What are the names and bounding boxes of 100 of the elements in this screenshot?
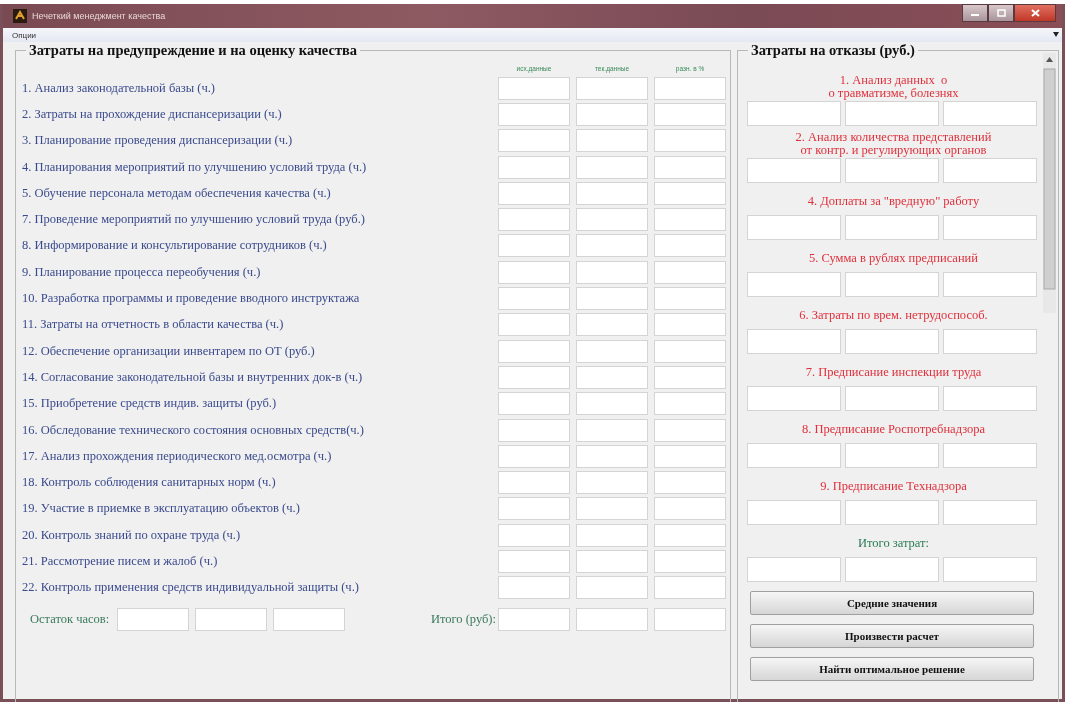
- input-field[interactable]: [576, 287, 648, 310]
- input-field[interactable]: [943, 557, 1037, 582]
- input-field[interactable]: [747, 386, 841, 411]
- input-field[interactable]: [498, 313, 570, 337]
- input-field[interactable]: [117, 608, 190, 632]
- input-field[interactable]: [654, 287, 726, 310]
- input-field[interactable]: [845, 329, 939, 354]
- input-field[interactable]: [654, 76, 726, 100]
- close-button[interactable]: [1014, 4, 1056, 22]
- input-field[interactable]: [498, 392, 570, 416]
- input-field[interactable]: [654, 444, 726, 468]
- input-field[interactable]: [576, 155, 648, 179]
- input-field[interactable]: [576, 471, 648, 495]
- input-field[interactable]: [576, 208, 648, 232]
- input-field[interactable]: [747, 101, 841, 126]
- input-field[interactable]: [498, 129, 570, 153]
- input-field[interactable]: [654, 155, 726, 179]
- action-button[interactable]: Произвести расчет: [750, 624, 1034, 648]
- input-field[interactable]: [498, 339, 570, 363]
- dropdown-arrow-icon[interactable]: [1053, 32, 1059, 37]
- input-field[interactable]: [943, 329, 1037, 354]
- input-field[interactable]: [747, 158, 841, 183]
- input-field[interactable]: [654, 129, 726, 153]
- input-field[interactable]: [845, 557, 939, 582]
- input-field[interactable]: [498, 155, 570, 179]
- input-field[interactable]: [943, 443, 1037, 468]
- input-field[interactable]: [943, 215, 1037, 240]
- input-field[interactable]: [498, 234, 570, 258]
- input-field[interactable]: [576, 418, 648, 442]
- input-field[interactable]: [576, 260, 648, 284]
- input-field[interactable]: [576, 129, 648, 153]
- input-field[interactable]: [498, 550, 570, 573]
- input-field[interactable]: [943, 386, 1037, 411]
- input-field[interactable]: [576, 313, 648, 337]
- input-field[interactable]: [498, 76, 570, 100]
- input-field[interactable]: [654, 339, 726, 363]
- maximize-button[interactable]: [988, 4, 1014, 22]
- input-field[interactable]: [498, 497, 570, 521]
- input-field[interactable]: [845, 215, 939, 240]
- input-field[interactable]: [654, 208, 726, 232]
- input-field[interactable]: [747, 329, 841, 354]
- input-field[interactable]: [498, 181, 570, 205]
- input-field[interactable]: [498, 608, 570, 632]
- input-field[interactable]: [576, 339, 648, 363]
- input-field[interactable]: [498, 444, 570, 468]
- input-field[interactable]: [195, 608, 268, 632]
- input-field[interactable]: [498, 576, 570, 600]
- input-field[interactable]: [747, 272, 841, 297]
- input-field[interactable]: [654, 576, 726, 600]
- input-field[interactable]: [654, 234, 726, 258]
- input-field[interactable]: [845, 101, 939, 126]
- input-field[interactable]: [273, 608, 346, 632]
- input-field[interactable]: [576, 444, 648, 468]
- input-field[interactable]: [576, 497, 648, 521]
- input-field[interactable]: [747, 500, 841, 525]
- input-field[interactable]: [576, 523, 648, 547]
- input-field[interactable]: [498, 365, 570, 389]
- input-field[interactable]: [576, 181, 648, 205]
- input-field[interactable]: [845, 158, 939, 183]
- input-field[interactable]: [747, 215, 841, 240]
- input-field[interactable]: [498, 287, 570, 310]
- input-field[interactable]: [845, 386, 939, 411]
- input-field[interactable]: [747, 443, 841, 468]
- action-button[interactable]: Средние значения: [750, 591, 1034, 615]
- input-field[interactable]: [943, 272, 1037, 297]
- input-field[interactable]: [576, 550, 648, 573]
- input-field[interactable]: [654, 523, 726, 547]
- minimize-button[interactable]: [962, 4, 988, 22]
- input-field[interactable]: [498, 102, 570, 126]
- input-field[interactable]: [654, 418, 726, 442]
- input-field[interactable]: [576, 102, 648, 126]
- input-field[interactable]: [654, 102, 726, 126]
- input-field[interactable]: [654, 471, 726, 495]
- input-field[interactable]: [943, 500, 1037, 525]
- input-field[interactable]: [654, 497, 726, 521]
- input-field[interactable]: [498, 523, 570, 547]
- input-field[interactable]: [498, 208, 570, 232]
- input-field[interactable]: [576, 576, 648, 600]
- menu-item[interactable]: Опции: [9, 30, 40, 40]
- input-field[interactable]: [654, 260, 726, 284]
- input-field[interactable]: [845, 272, 939, 297]
- input-field[interactable]: [576, 76, 648, 100]
- input-field[interactable]: [943, 101, 1037, 126]
- input-field[interactable]: [498, 418, 570, 442]
- input-field[interactable]: [654, 550, 726, 573]
- input-field[interactable]: [576, 608, 648, 632]
- scrollbar[interactable]: [1043, 53, 1056, 313]
- action-button[interactable]: Найти оптимальное решение: [750, 657, 1034, 681]
- input-field[interactable]: [576, 234, 648, 258]
- input-field[interactable]: [498, 260, 570, 284]
- input-field[interactable]: [845, 500, 939, 525]
- input-field[interactable]: [845, 443, 939, 468]
- input-field[interactable]: [576, 392, 648, 416]
- input-field[interactable]: [747, 557, 841, 582]
- input-field[interactable]: [943, 158, 1037, 183]
- input-field[interactable]: [654, 392, 726, 416]
- input-field[interactable]: [498, 471, 570, 495]
- input-field[interactable]: [576, 365, 648, 389]
- input-field[interactable]: [654, 181, 726, 205]
- input-field[interactable]: [654, 313, 726, 337]
